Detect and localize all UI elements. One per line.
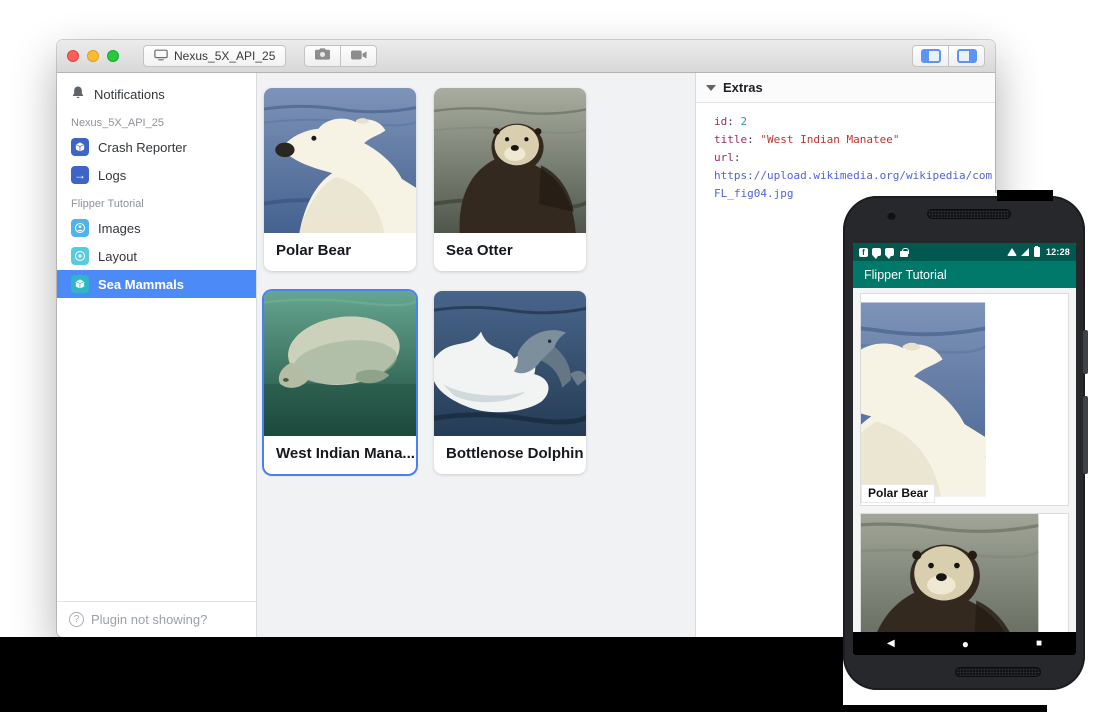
cell-signal-icon — [1021, 248, 1029, 256]
nexus-phone-mockup: f 12:28 Flipper Tutorial Polar Bear ◀ ● — [843, 196, 1085, 690]
phone-navbar: ◀ ● ■ — [853, 632, 1076, 655]
json-key-id: id — [714, 115, 741, 128]
sidebar-item-notifications[interactable]: Notifications — [57, 80, 256, 108]
bell-icon — [71, 85, 85, 103]
toggle-right-sidebar-button[interactable] — [948, 45, 985, 67]
video-camera-icon — [351, 47, 367, 65]
logs-label: Logs — [98, 168, 126, 183]
disclosure-triangle-icon — [706, 85, 716, 91]
close-window-button[interactable] — [67, 50, 79, 62]
zoom-window-button[interactable] — [107, 50, 119, 62]
phone-list: Polar Bear — [853, 288, 1076, 632]
notifications-label: Notifications — [94, 87, 165, 102]
android-recents-icon: ■ — [1036, 639, 1042, 649]
card-title: Bottlenose Dolphin — [434, 436, 586, 462]
facebook-notification-icon: f — [859, 248, 868, 257]
window-toolbar: Nexus_5X_API_25 — [57, 40, 995, 73]
screenshot-button[interactable] — [304, 45, 341, 67]
phone-card-sea-otter — [860, 513, 1069, 632]
phone-volume-button — [1083, 396, 1088, 474]
images-user-icon — [71, 219, 89, 237]
phone-card-polar-bear: Polar Bear — [860, 293, 1069, 506]
phone-polar-bear-image — [861, 294, 1068, 505]
camera-icon — [315, 47, 330, 65]
chat-notification-icon — [885, 248, 894, 256]
android-back-icon: ◀ — [887, 639, 895, 649]
json-value-title: "West Indian Manatee" — [760, 133, 899, 146]
plugin-help-label: Plugin not showing? — [91, 612, 207, 627]
sidebar-item-layout[interactable]: Layout — [57, 242, 256, 270]
sidebar-item-crash-reporter[interactable]: Crash Reporter — [57, 133, 256, 161]
extras-title: Extras — [723, 80, 763, 95]
card-polar-bear[interactable]: Polar Bear — [264, 88, 416, 271]
sea-mammals-plugin-view: Polar Bear Sea Otter West Indian Mana...… — [257, 73, 695, 637]
background-black-band-bottom — [845, 705, 1047, 712]
logs-arrow-icon: → — [71, 166, 89, 184]
json-key-title: title — [714, 133, 760, 146]
json-key-url: url — [714, 151, 741, 164]
phone-appbar: Flipper Tutorial — [853, 261, 1076, 288]
sea-otter-image — [434, 88, 586, 233]
card-sea-otter[interactable]: Sea Otter — [434, 88, 586, 271]
card-bottlenose-dolphin[interactable]: Bottlenose Dolphin — [434, 291, 586, 474]
layout-label: Layout — [98, 249, 137, 264]
phone-earpiece-grille — [927, 209, 1011, 219]
status-time: 12:28 — [1046, 247, 1070, 257]
card-title: Polar Bear — [264, 233, 416, 259]
sea-mammals-cube-icon — [71, 275, 89, 293]
sidebar-item-sea-mammals[interactable]: Sea Mammals — [57, 270, 256, 298]
device-selector-label: Nexus_5X_API_25 — [174, 49, 275, 63]
phone-appbar-title: Flipper Tutorial — [864, 268, 947, 282]
phone-sea-otter-image — [861, 514, 1068, 632]
plugin-sidebar: Notifications Nexus_5X_API_25 Crash Repo… — [57, 73, 257, 637]
phone-power-button — [1083, 330, 1088, 374]
extras-header[interactable]: Extras — [696, 73, 995, 103]
left-panel-icon — [921, 49, 941, 63]
sidebar-item-logs[interactable]: → Logs — [57, 161, 256, 189]
card-title: West Indian Mana... — [264, 436, 416, 462]
crash-reporter-label: Crash Reporter — [98, 140, 187, 155]
android-home-icon: ● — [962, 638, 969, 650]
phone-screen: f 12:28 Flipper Tutorial Polar Bear ◀ ● — [853, 243, 1076, 655]
right-panel-icon — [957, 49, 977, 63]
device-selector-button[interactable]: Nexus_5X_API_25 — [143, 45, 286, 67]
crash-reporter-cube-icon — [71, 138, 89, 156]
phone-front-camera — [887, 211, 896, 220]
card-west-indian-manatee[interactable]: West Indian Mana... — [264, 291, 416, 474]
chat-notification-icon — [872, 248, 881, 256]
phone-statusbar: f 12:28 — [853, 243, 1076, 261]
background-black-band-left — [0, 637, 845, 712]
screen-record-button[interactable] — [340, 45, 377, 67]
images-label: Images — [98, 221, 141, 236]
manatee-image — [264, 291, 416, 436]
layout-target-icon — [71, 247, 89, 265]
card-title: Sea Otter — [434, 233, 586, 259]
toggle-left-sidebar-button[interactable] — [912, 45, 949, 67]
json-value-url-line1: https://upload.wikimedia.org/wikipedia/c… — [714, 167, 995, 185]
monitor-icon — [154, 49, 168, 64]
sidebar-item-images[interactable]: Images — [57, 214, 256, 242]
minimize-window-button[interactable] — [87, 50, 99, 62]
phone-bottom-speaker-grille — [955, 667, 1041, 677]
app-section-label: Flipper Tutorial — [57, 189, 256, 214]
sea-mammals-label: Sea Mammals — [98, 277, 184, 292]
question-mark-icon: ? — [69, 612, 84, 627]
polar-bear-image — [264, 88, 416, 233]
device-section-label: Nexus_5X_API_25 — [57, 108, 256, 133]
wifi-icon — [1007, 248, 1017, 256]
battery-icon — [1034, 247, 1040, 257]
phone-top-black-band — [997, 190, 1053, 201]
traffic-lights — [67, 50, 119, 62]
dolphin-image — [434, 291, 586, 436]
json-value-id: 2 — [741, 115, 748, 128]
phone-card-label: Polar Bear — [861, 484, 935, 503]
plugin-help-link[interactable]: ? Plugin not showing? — [57, 601, 256, 637]
lock-notification-icon — [900, 248, 908, 257]
extras-json-view: id2 title"West Indian Manatee" url https… — [696, 103, 995, 203]
